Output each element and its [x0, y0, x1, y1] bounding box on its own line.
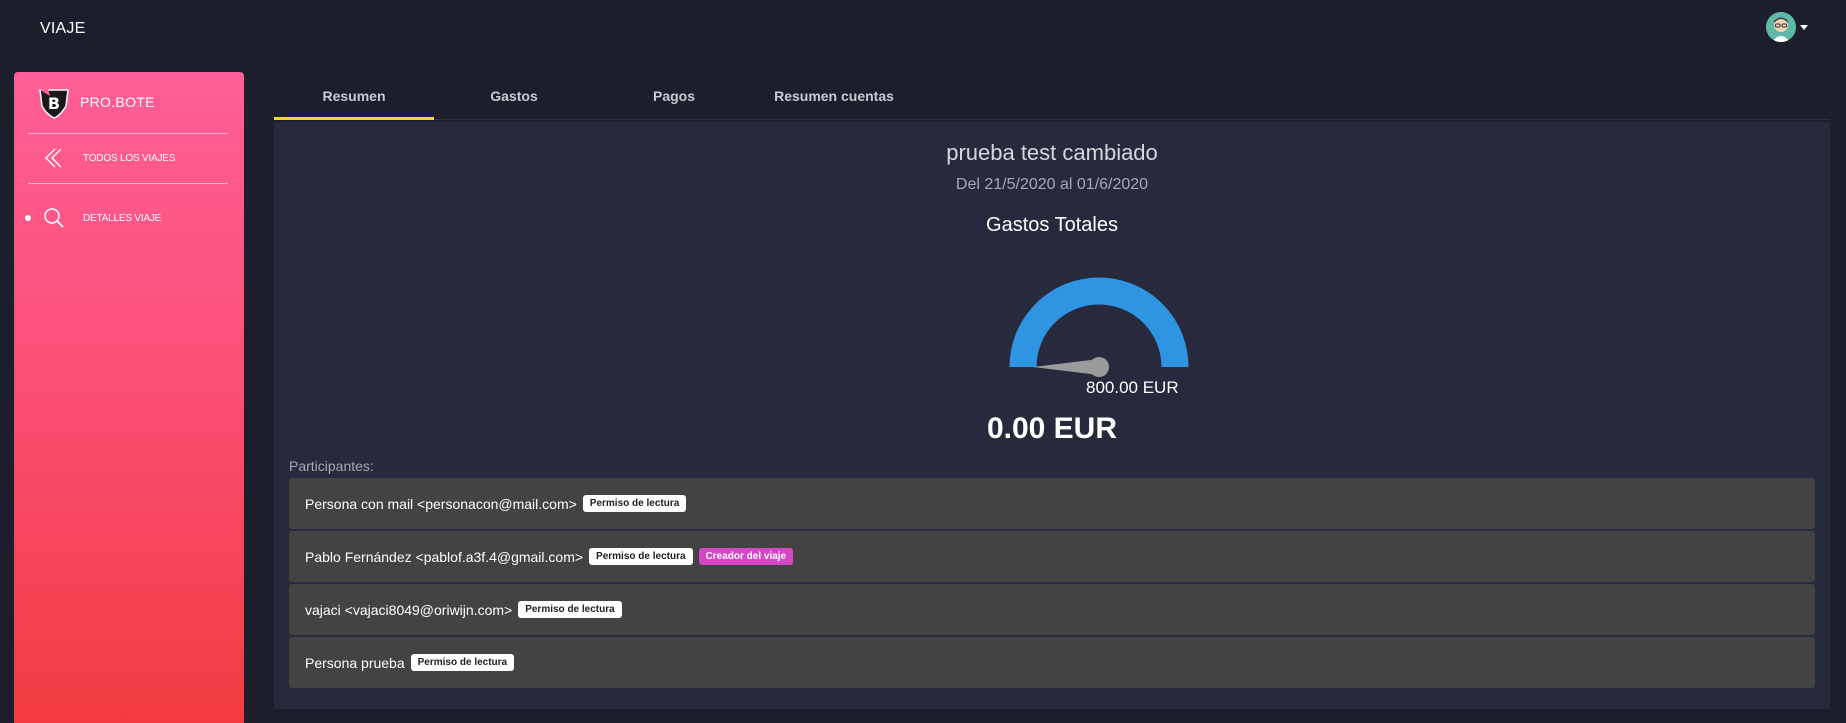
gauge-arc — [1009, 277, 1189, 368]
gauge-value-label: 0.00 EUR — [986, 412, 1118, 445]
sidebar-item-detalles-viaje[interactable]: DETALLES VIAJE — [14, 203, 244, 233]
tab-resumen[interactable]: Resumen — [274, 80, 434, 120]
sidebar-item-label: TODOS LOS VIAJES — [83, 152, 176, 164]
creator-badge: Creador del viaje — [698, 548, 794, 565]
participants-label: Participantes: — [289, 458, 374, 474]
app-title: VIAJE — [40, 20, 86, 37]
svg-text:B: B — [48, 94, 60, 113]
permission-badge: Permiso de lectura — [518, 601, 622, 618]
expense-gauge — [1009, 277, 1189, 377]
participant-row: Pablo Fernández <pablof.a3f.4@gmail.com>… — [289, 531, 1815, 582]
participant-name: Pablo Fernández <pablof.a3f.4@gmail.com> — [305, 548, 584, 565]
tab-resumen-cuentas[interactable]: Resumen cuentas — [754, 80, 914, 120]
brand[interactable]: B PRO.BOTE — [36, 84, 155, 120]
user-avatar-icon[interactable] — [1766, 12, 1796, 42]
participant-row: Persona con mail <personacon@mail.com> Pe… — [289, 478, 1815, 529]
sidebar: B PRO.BOTE TODOS LOS VIAJES DETALLES VIA… — [14, 72, 244, 723]
sidebar-item-label: DETALLES VIAJE — [83, 212, 162, 224]
chevrons-left-icon — [45, 148, 62, 168]
search-icon — [44, 208, 64, 228]
permission-badge: Permiso de lectura — [589, 548, 693, 565]
participant-row: vajaci <vajaci8049@oriwijn.com> Permiso d… — [289, 584, 1815, 635]
tab-gastos[interactable]: Gastos — [434, 80, 594, 120]
trip-summary-panel: prueba test cambiado Del 21/5/2020 al 01… — [274, 122, 1830, 709]
sidebar-item-todos-los-viajes[interactable]: TODOS LOS VIAJES — [14, 143, 244, 173]
participant-row: Persona prueba Permiso de lectura — [289, 637, 1815, 688]
tab-bar: Resumen Gastos Pagos Resumen cuentas — [274, 80, 1830, 120]
brand-name: PRO.BOTE — [80, 94, 155, 110]
gauge-max-label: 800.00 EUR — [1086, 378, 1179, 397]
gauge-hub — [1089, 357, 1109, 377]
participants-list: Persona con mail <personacon@mail.com> Pe… — [289, 478, 1815, 690]
sidebar-divider — [28, 183, 228, 184]
top-bar: VIAJE — [0, 0, 1846, 56]
user-menu[interactable] — [1766, 12, 1808, 42]
tab-pagos[interactable]: Pagos — [594, 80, 754, 120]
participant-name: Persona con mail <personacon@mail.com> — [305, 495, 577, 512]
probote-logo-icon: B — [39, 88, 69, 119]
permission-badge: Permiso de lectura — [410, 654, 515, 671]
active-indicator — [25, 215, 31, 221]
participant-name: Persona prueba — [305, 654, 405, 671]
trip-dates: Del 21/5/2020 al 01/6/2020 — [955, 176, 1149, 193]
permission-badge: Permiso de lectura — [582, 495, 687, 512]
chevron-down-icon[interactable] — [1800, 24, 1808, 30]
gauge-title: Gastos Totales — [986, 214, 1118, 236]
sidebar-divider — [28, 133, 228, 134]
trip-name: prueba test cambiado — [946, 140, 1158, 165]
participant-name: vajaci <vajaci8049@oriwijn.com> — [305, 601, 513, 618]
